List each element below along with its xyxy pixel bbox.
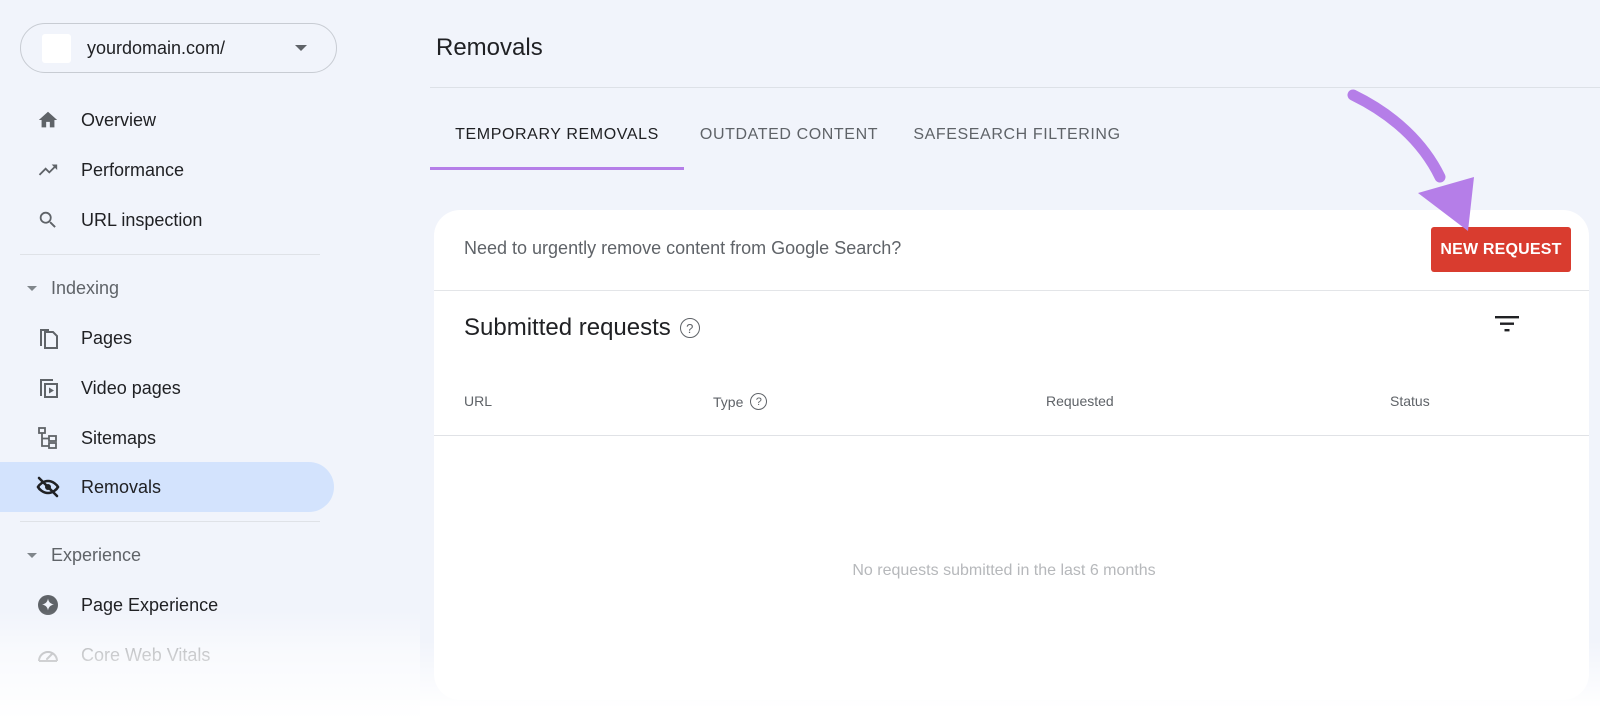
sidebar-item-removals[interactable]: Removals <box>0 462 334 512</box>
sidebar-item-core-web-vitals[interactable]: Core Web Vitals <box>0 630 334 680</box>
empty-state-message: No requests submitted in the last 6 mont… <box>852 562 1156 579</box>
submitted-requests-heading: Submitted requests ? <box>464 314 700 342</box>
sidebar-item-label: Page Experience <box>81 594 219 615</box>
caret-down-icon <box>27 285 37 291</box>
tab-temporary-removals[interactable]: TEMPORARY REMOVALS <box>430 100 684 170</box>
search-icon <box>35 207 61 233</box>
section-title: Submitted requests <box>464 314 671 341</box>
sitemap-icon <box>35 425 61 451</box>
trending-up-icon <box>35 157 61 183</box>
speedometer-icon <box>35 642 61 668</box>
sidebar-item-pages[interactable]: Pages <box>0 313 334 363</box>
sidebar-divider <box>20 521 320 522</box>
urgent-removal-prompt: Need to urgently remove content from Goo… <box>464 238 902 258</box>
table-header-divider <box>434 435 1589 436</box>
property-favicon <box>42 33 71 63</box>
sidebar-item-label: Pages <box>81 327 133 348</box>
sidebar-item-url-inspection[interactable]: URL inspection <box>0 195 334 245</box>
sidebar-item-sitemaps[interactable]: Sitemaps <box>0 413 334 463</box>
section-header-indexing[interactable]: Indexing <box>0 270 334 306</box>
sidebar: yourdomain.com/ Overview Performance URL… <box>0 0 340 720</box>
section-label: Experience <box>51 544 142 565</box>
column-label: URL <box>464 393 493 409</box>
arrow-shaft <box>1347 89 1446 183</box>
active-tab-indicator <box>430 167 684 170</box>
tab-label: SAFESEARCH FILTERING <box>913 126 1121 143</box>
home-icon <box>35 107 61 133</box>
sidebar-item-label: Performance <box>81 159 185 180</box>
help-icon[interactable]: ? <box>679 318 700 338</box>
sidebar-item-performance[interactable]: Performance <box>0 145 334 195</box>
video-pages-icon <box>35 375 61 401</box>
tab-label: TEMPORARY REMOVALS <box>455 126 659 143</box>
sidebar-divider <box>20 254 320 255</box>
pages-icon <box>35 325 61 351</box>
sidebar-item-video-pages[interactable]: Video pages <box>0 363 334 413</box>
header-divider <box>430 87 1600 88</box>
sidebar-item-label: Overview <box>81 109 157 130</box>
tab-outdated-content[interactable]: OUTDATED CONTENT <box>684 100 894 170</box>
tab-safesearch-filtering[interactable]: SAFESEARCH FILTERING <box>894 100 1140 170</box>
column-label: Requested <box>1046 393 1114 409</box>
sidebar-item-label: Core Web Vitals <box>81 644 211 665</box>
sidebar-item-label: URL inspection <box>81 209 203 230</box>
property-selector[interactable]: yourdomain.com/ <box>20 23 337 73</box>
property-name: yourdomain.com/ <box>87 37 226 58</box>
sidebar-item-page-experience[interactable]: Page Experience <box>0 580 334 630</box>
section-header-experience[interactable]: Experience <box>0 537 334 573</box>
column-header-status[interactable]: Status <box>1390 393 1430 409</box>
page-experience-icon <box>35 592 61 618</box>
column-header-type[interactable]: Type ? <box>713 393 768 410</box>
eye-off-icon <box>35 474 61 500</box>
sidebar-item-overview[interactable]: Overview <box>0 95 334 145</box>
column-header-url[interactable]: URL <box>464 393 492 409</box>
column-label: Status <box>1390 393 1430 409</box>
new-request-button[interactable]: NEW REQUEST <box>1431 227 1571 272</box>
chevron-down-icon <box>295 45 307 51</box>
caret-down-icon <box>27 552 37 558</box>
removals-card: Need to urgently remove content from Goo… <box>434 210 1589 700</box>
help-icon[interactable]: ? <box>750 393 768 410</box>
sidebar-item-label: Removals <box>81 476 162 497</box>
filter-icon[interactable] <box>1492 312 1522 336</box>
tab-label: OUTDATED CONTENT <box>699 126 879 143</box>
page-title: Removals <box>436 34 543 61</box>
section-label: Indexing <box>51 277 120 298</box>
column-label: Type <box>713 393 744 410</box>
column-header-requested[interactable]: Requested <box>1046 393 1114 409</box>
sidebar-item-label: Video pages <box>81 377 181 398</box>
sidebar-item-label: Sitemaps <box>81 427 157 448</box>
card-divider <box>434 290 1589 291</box>
